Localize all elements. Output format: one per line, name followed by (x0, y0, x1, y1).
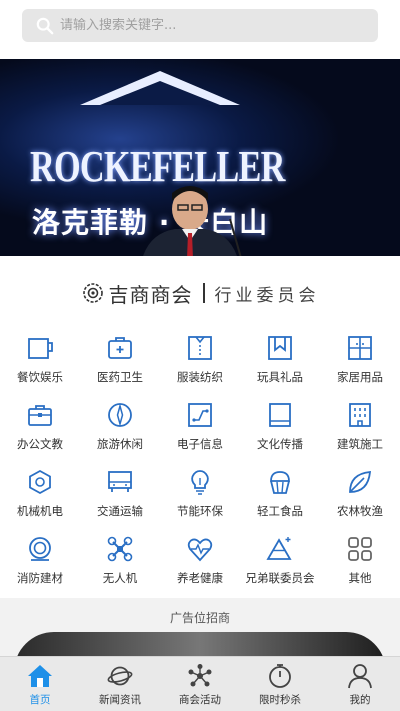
category-label: 兄弟联委员会 (245, 571, 315, 585)
category-catering[interactable]: 餐饮娱乐 (0, 334, 80, 400)
category-label: 家居用品 (337, 370, 383, 384)
committee-brand: 吉商商会 (108, 282, 193, 307)
tab-profile[interactable]: 我的 (320, 657, 400, 711)
category-drone[interactable]: 无人机 (80, 535, 160, 601)
tab-label: 我的 (349, 694, 371, 706)
leaf-icon (349, 470, 372, 493)
category-machinery[interactable]: 机械机电 (0, 468, 80, 534)
category-label: 旅游休闲 (97, 437, 143, 451)
category-label: 轻工食品 (257, 504, 303, 518)
briefcase-icon (28, 405, 52, 426)
category-fire-materials[interactable]: 消防建材 (0, 535, 80, 601)
search-input[interactable] (60, 18, 360, 33)
tab-news[interactable]: 新闻资讯 (80, 657, 160, 711)
category-label: 餐饮娱乐 (17, 370, 63, 384)
compass-icon (108, 403, 132, 427)
category-brotherhood[interactable]: 兄弟联委员会 (240, 535, 320, 601)
planet-icon (107, 666, 133, 686)
building-icon (349, 403, 371, 427)
search-bar[interactable] (22, 9, 378, 42)
category-label: 交通运输 (97, 504, 143, 518)
tab-label: 商会活动 (179, 694, 221, 706)
stopwatch-icon (269, 664, 291, 688)
cup-icon (28, 338, 53, 359)
chamber-logo-icon (82, 283, 103, 303)
category-culture[interactable]: 文化传播 (240, 401, 320, 467)
vehicle-icon (108, 471, 132, 492)
tab-label: 首页 (29, 694, 51, 706)
tab-label: 限时秒杀 (259, 694, 301, 706)
category-label: 文化传播 (257, 437, 303, 451)
home-icon (28, 665, 52, 687)
category-medical[interactable]: 医药卫生 (80, 334, 160, 400)
category-label: 医药卫生 (97, 370, 143, 384)
tab-flash-sale[interactable]: 限时秒杀 (240, 657, 320, 711)
banner-carousel[interactable]: ROCKEFELLER 洛克菲勒 · 长白山 (0, 59, 400, 256)
category-electronics[interactable]: 电子信息 (160, 401, 240, 467)
category-label: 建筑施工 (337, 437, 383, 451)
category-label: 节能环保 (177, 504, 223, 518)
triangle-icon (266, 537, 292, 560)
medical-kit-icon (108, 337, 132, 359)
category-label: 无人机 (102, 571, 138, 585)
category-clothing[interactable]: 服装纺织 (160, 334, 240, 400)
network-icon (188, 664, 212, 687)
committee-header: 吉商商会 行业委员会 (0, 274, 400, 312)
category-energy[interactable]: 节能环保 (160, 468, 240, 534)
speaker-figure (143, 186, 242, 256)
search-header (0, 0, 400, 52)
lightbulb-icon (191, 470, 209, 495)
category-label: 玩具礼品 (257, 370, 303, 384)
grid-icon (348, 537, 372, 561)
category-food[interactable]: 轻工食品 (240, 468, 320, 534)
tab-activities[interactable]: 商会活动 (160, 657, 240, 711)
category-label: 电子信息 (177, 437, 223, 451)
category-construction[interactable]: 建筑施工 (320, 401, 400, 467)
bottom-tab-bar: 首页 新闻资讯 商会活动 限时秒杀 我的 (0, 656, 400, 711)
heart-pulse-icon (187, 538, 213, 562)
tab-label: 新闻资讯 (99, 694, 141, 706)
category-travel[interactable]: 旅游休闲 (80, 401, 160, 467)
search-icon (36, 17, 54, 34)
committee-subtitle: 行业委员会 (214, 285, 320, 306)
category-label: 办公文教 (17, 437, 63, 451)
ad-title: 广告位招商 (169, 611, 230, 625)
category-label: 农林牧渔 (337, 504, 383, 518)
category-agriculture[interactable]: 农林牧渔 (320, 468, 400, 534)
drone-icon (107, 536, 133, 562)
category-label: 机械机电 (17, 504, 63, 518)
tab-home[interactable]: 首页 (0, 657, 80, 711)
category-label: 服装纺织 (177, 370, 223, 384)
category-label: 其他 (348, 571, 372, 585)
hex-nut-icon (29, 469, 51, 495)
category-other[interactable]: 其他 (320, 535, 400, 601)
cupcake-icon (270, 471, 290, 494)
category-toys[interactable]: 玩具礼品 (240, 334, 320, 400)
user-icon (348, 664, 372, 689)
category-office[interactable]: 办公文教 (0, 401, 80, 467)
category-label: 养老健康 (177, 571, 223, 585)
clothing-icon (188, 336, 212, 360)
committee-divider (202, 283, 205, 303)
roof-logo-graphic (80, 71, 240, 105)
fire-hose-icon (29, 537, 51, 561)
book-icon (269, 403, 291, 427)
category-transport[interactable]: 交通运输 (80, 468, 160, 534)
gift-bookmark-icon (268, 336, 292, 360)
category-label: 消防建材 (17, 571, 63, 585)
category-home[interactable]: 家居用品 (320, 334, 400, 400)
circuit-icon (188, 403, 212, 427)
wardrobe-icon (348, 336, 372, 360)
category-health[interactable]: 养老健康 (160, 535, 240, 601)
